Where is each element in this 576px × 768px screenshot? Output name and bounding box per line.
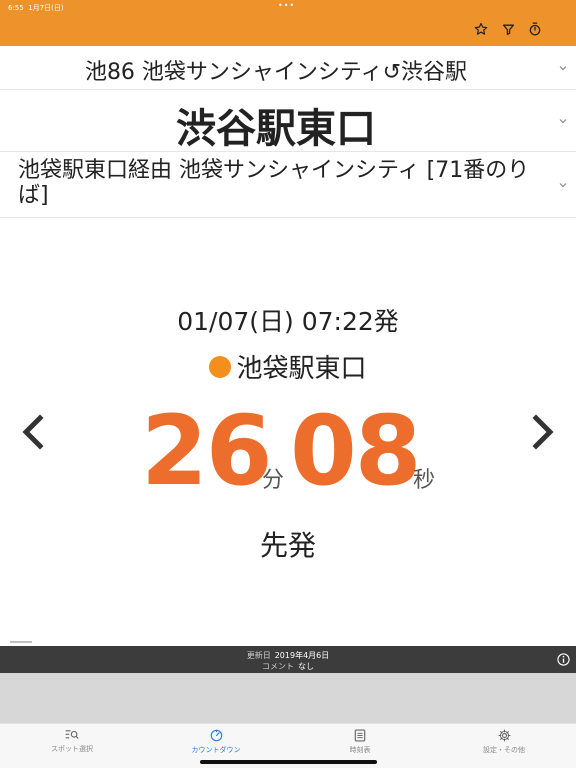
- countdown-seconds: 08: [290, 395, 422, 507]
- ad-banner-area[interactable]: [0, 673, 576, 723]
- drag-handle[interactable]: [10, 641, 32, 643]
- seconds-unit: 秒: [413, 468, 436, 493]
- countdown-minutes: 26: [141, 395, 273, 507]
- minutes-unit: 分: [262, 468, 285, 493]
- direction-name: 池袋駅東口経由 池袋サンシャインシティ [71番のりば]: [18, 158, 530, 208]
- stop-line: 池袋駅東口: [0, 348, 576, 385]
- tab-countdown[interactable]: カウントダウン: [144, 729, 288, 755]
- filter-icon[interactable]: [499, 20, 517, 38]
- tab-spot-select[interactable]: スポット選択: [0, 729, 144, 754]
- stopwatch-icon[interactable]: [526, 20, 544, 38]
- star-icon[interactable]: [472, 20, 490, 38]
- home-indicator[interactable]: [200, 760, 377, 764]
- chevron-down-icon: [559, 119, 567, 124]
- direction-selector[interactable]: 池袋駅東口経由 池袋サンシャインシティ [71番のりば]: [0, 152, 576, 218]
- chevron-down-icon: [559, 183, 567, 188]
- stop-color-dot: [209, 355, 232, 378]
- route-line-name: 池86 池袋サンシャインシティ↺渋谷駅: [84, 60, 468, 85]
- previous-arrow-icon[interactable]: [18, 412, 48, 452]
- stop-name: 池袋駅東口: [236, 354, 367, 384]
- chevron-down-icon: [559, 66, 567, 71]
- spot-search-icon: [65, 730, 79, 739]
- info-icon[interactable]: [557, 653, 570, 666]
- tab-settings[interactable]: 設定・その他: [432, 729, 576, 755]
- station-selector[interactable]: 渋谷駅東口: [0, 90, 576, 152]
- departure-time: 01/07(日) 07:22発: [177, 307, 399, 336]
- comment-line: コメント なし: [262, 662, 314, 671]
- info-bar: 更新日 2019年4月6日 コメント なし: [0, 646, 576, 673]
- timetable-icon: [354, 729, 366, 742]
- countdown-icon: [210, 729, 222, 742]
- status-bar-time: 6:55 1月7日(日): [8, 4, 64, 12]
- app-header: 6:55 1月7日(日) •••: [0, 0, 576, 46]
- departure-order-label: 先発: [259, 529, 316, 562]
- next-arrow-icon[interactable]: [528, 412, 558, 452]
- route-line-selector[interactable]: 池86 池袋サンシャインシティ↺渋谷駅: [0, 46, 576, 90]
- station-name: 渋谷駅東口: [176, 106, 376, 152]
- tab-timetable[interactable]: 時刻表: [288, 729, 432, 755]
- multitask-dots[interactable]: •••: [278, 1, 295, 10]
- gear-icon: [497, 729, 511, 742]
- updated-date-line: 更新日 2019年4月6日: [246, 651, 330, 660]
